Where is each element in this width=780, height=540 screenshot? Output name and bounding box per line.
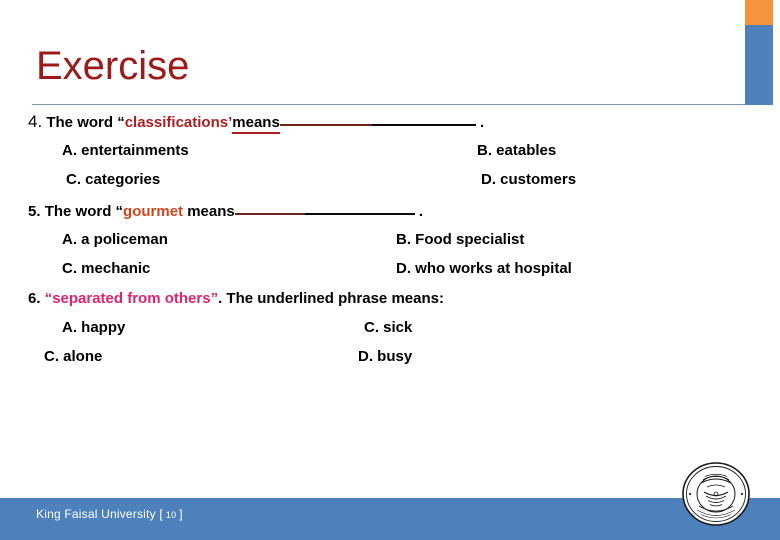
question-5-option-d[interactable]: D. who works at hospital bbox=[396, 260, 572, 277]
question-5-stem: 5. The word “gourmet means . bbox=[28, 202, 423, 220]
title-divider bbox=[32, 104, 745, 105]
question-6-suffix: . The underlined phrase means: bbox=[218, 290, 444, 307]
question-4-option-a[interactable]: A. entertainments bbox=[62, 142, 189, 159]
question-4-prefix: The word “ bbox=[46, 114, 125, 131]
page-title: Exercise bbox=[36, 44, 190, 88]
question-6-stem: 6. “separated from others”. The underlin… bbox=[28, 290, 444, 307]
footer-institution: King Faisal University bbox=[36, 507, 156, 521]
question-5-suffix: means bbox=[187, 203, 235, 220]
question-4-number: 4. bbox=[28, 112, 43, 131]
question-4-option-b[interactable]: B. eatables bbox=[477, 142, 556, 159]
question-4-option-d[interactable]: D. customers bbox=[481, 171, 576, 188]
question-5-prefix: The word “ bbox=[44, 203, 124, 220]
question-5-option-b[interactable]: B. Food specialist bbox=[396, 231, 524, 248]
questions-container: 4. The word “classifications’means . A. … bbox=[0, 110, 780, 440]
footer-page-number: 10 bbox=[165, 510, 177, 520]
question-5-keyword: gourmet bbox=[123, 203, 184, 220]
question-5-option-c[interactable]: C. mechanic bbox=[62, 260, 150, 277]
question-6-keyword: “separated from others” bbox=[44, 290, 219, 307]
question-5-option-a[interactable]: A. a policeman bbox=[62, 231, 168, 248]
question-6-number: 6. bbox=[28, 290, 41, 307]
question-6-option-c-alone[interactable]: C. alone bbox=[44, 348, 102, 365]
question-4-option-c[interactable]: C. categories bbox=[66, 171, 160, 188]
question-4-stem: 4. The word “classifications’means . bbox=[28, 112, 485, 134]
accent-block-orange bbox=[745, 0, 773, 25]
accent-block-blue bbox=[745, 25, 773, 105]
question-6-option-a[interactable]: A. happy bbox=[62, 319, 125, 336]
question-5-number: 5. bbox=[28, 203, 41, 220]
question-5-blank[interactable] bbox=[234, 202, 415, 216]
footer-text: King Faisal University [10] bbox=[36, 507, 183, 521]
slide-canvas: Exercise 4. The word “classifications’me… bbox=[0, 0, 780, 540]
question-5-terminator: . bbox=[418, 203, 424, 220]
question-4-suffix: means bbox=[232, 114, 280, 134]
question-4-blank[interactable] bbox=[279, 113, 476, 127]
university-seal-logo bbox=[679, 461, 753, 527]
question-6-option-c-sick[interactable]: C. sick bbox=[364, 319, 412, 336]
question-4-keyword: classifications’ bbox=[124, 114, 233, 131]
question-6-option-d[interactable]: D. busy bbox=[358, 348, 412, 365]
footer-bracket-close: ] bbox=[179, 507, 183, 521]
question-4-terminator: . bbox=[479, 114, 485, 131]
